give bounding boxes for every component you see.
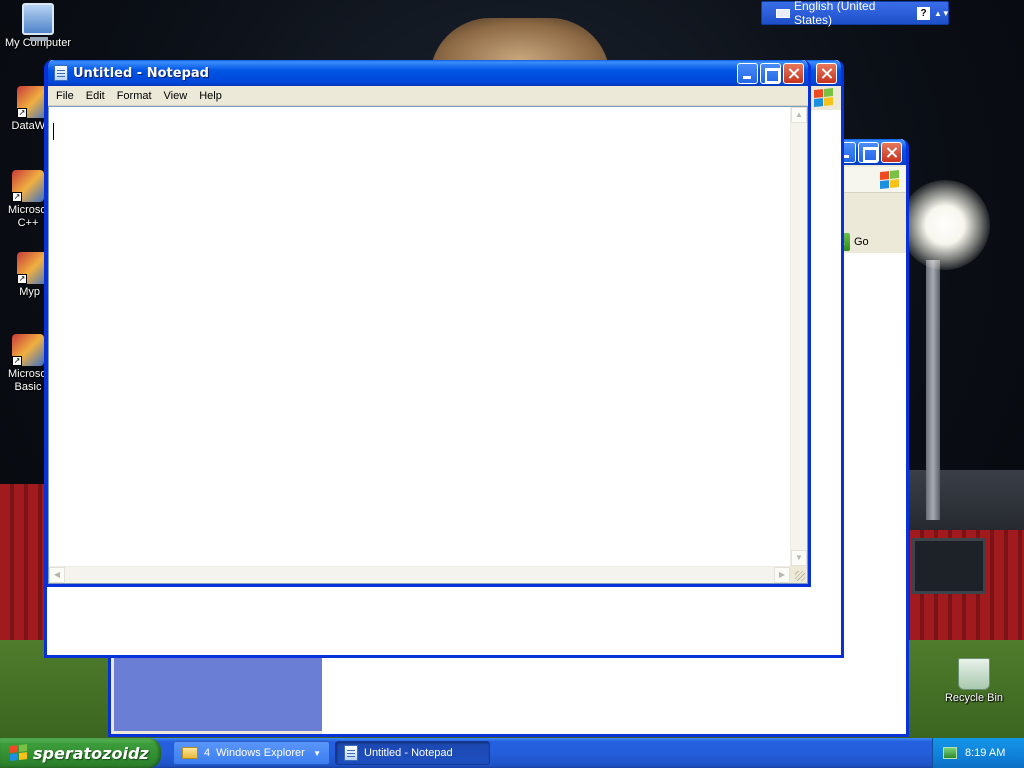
start-button-label: speratozoidz bbox=[33, 743, 149, 763]
notepad-icon[interactable] bbox=[54, 65, 68, 81]
close-icon[interactable] bbox=[783, 62, 804, 84]
explorer-throbber bbox=[807, 86, 841, 110]
text-caret bbox=[53, 123, 54, 140]
menu-edit[interactable]: Edit bbox=[80, 87, 111, 105]
computer-icon bbox=[22, 3, 54, 41]
menu-view[interactable]: View bbox=[158, 87, 194, 105]
menu-format[interactable]: Format bbox=[111, 87, 158, 105]
resize-grip-icon[interactable] bbox=[790, 566, 807, 583]
taskbar: speratozoidz 4 Windows Explorer ▼ Untitl… bbox=[0, 738, 1024, 768]
notepad-titlebar[interactable]: Untitled - Notepad bbox=[48, 60, 808, 86]
taskbar-item-notepad[interactable]: Untitled - Notepad bbox=[335, 741, 490, 765]
shortcut-arrow-icon: ↗ bbox=[12, 356, 22, 366]
vertical-scrollbar[interactable]: ▲ ▼ bbox=[790, 107, 807, 566]
scroll-down-icon[interactable]: ▼ bbox=[791, 550, 807, 566]
taskbar-group-windows-explorer[interactable]: 4 Windows Explorer ▼ bbox=[173, 741, 330, 765]
options-chevron-icon[interactable]: ▲▼ bbox=[934, 9, 950, 17]
close-icon[interactable] bbox=[816, 62, 837, 84]
visual-basic-icon: ↗ bbox=[12, 334, 44, 366]
network-icon[interactable] bbox=[943, 747, 957, 759]
notepad-edit-area[interactable]: ▲ ▼ ◀ ▶ bbox=[48, 106, 808, 584]
desktop-icon-label: Microsoft C++ bbox=[8, 204, 53, 229]
shortcut-arrow-icon: ↗ bbox=[12, 192, 22, 202]
wallpaper-floodlight bbox=[900, 180, 990, 270]
maximize-icon[interactable] bbox=[760, 62, 781, 84]
windows-logo-icon bbox=[880, 169, 900, 190]
taskbar-clock[interactable]: 8:19 AM bbox=[965, 747, 1005, 759]
shortcut-arrow-icon: ↗ bbox=[17, 108, 27, 118]
folder-icon bbox=[182, 747, 198, 759]
desktop-icon-label: Recycle Bin bbox=[944, 692, 1004, 704]
recycle-bin-icon bbox=[958, 658, 990, 690]
desktop-icon-recycle-bin[interactable]: Recycle Bin bbox=[937, 658, 1011, 705]
maximize-icon[interactable] bbox=[858, 141, 879, 163]
scroll-left-icon[interactable]: ◀ bbox=[49, 567, 65, 583]
chevron-down-icon: ▼ bbox=[313, 748, 321, 758]
help-icon[interactable]: ? bbox=[917, 6, 930, 20]
desktop-icon-my-computer[interactable]: My Computer bbox=[1, 3, 75, 50]
language-label[interactable]: English (United States) bbox=[794, 0, 913, 27]
desktop-icon-label: Microsoft Basic bbox=[8, 368, 53, 393]
visual-cpp-icon: ↗ bbox=[12, 170, 44, 202]
menu-file[interactable]: File bbox=[50, 87, 80, 105]
notepad-title: Untitled - Notepad bbox=[73, 65, 209, 81]
wallpaper-roof bbox=[900, 470, 1024, 530]
scroll-up-icon[interactable]: ▲ bbox=[791, 107, 807, 123]
system-tray: 8:19 AM bbox=[932, 738, 1024, 768]
taskbar-item-label: Untitled - Notepad bbox=[364, 747, 453, 759]
notepad-window[interactable]: Untitled - Notepad File Edit Format View… bbox=[45, 60, 811, 587]
windows-logo-icon bbox=[10, 743, 28, 763]
notepad-text-editor[interactable] bbox=[49, 107, 790, 566]
menu-help[interactable]: Help bbox=[193, 87, 228, 105]
wallpaper-floodlight-pole bbox=[926, 260, 940, 520]
keyboard-icon bbox=[776, 8, 790, 18]
scroll-right-icon[interactable]: ▶ bbox=[774, 567, 790, 583]
wallpaper-scoreboard bbox=[912, 538, 986, 594]
start-button[interactable]: speratozoidz bbox=[0, 738, 161, 768]
taskbar-item-label: Windows Explorer bbox=[216, 747, 305, 759]
horizontal-scrollbar[interactable]: ◀ ▶ bbox=[49, 566, 790, 583]
go-button-label[interactable]: Go bbox=[854, 236, 869, 248]
close-icon[interactable] bbox=[881, 141, 902, 163]
windows-logo-icon bbox=[814, 87, 834, 109]
taskbar-group-count: 4 bbox=[204, 747, 211, 759]
shortcut-arrow-icon: ↗ bbox=[17, 274, 27, 284]
notepad-menubar: File Edit Format View Help bbox=[48, 86, 808, 106]
minimize-icon[interactable] bbox=[737, 62, 758, 84]
notepad-icon bbox=[344, 745, 358, 761]
language-bar[interactable]: English (United States) ? ▲▼ bbox=[761, 0, 950, 27]
